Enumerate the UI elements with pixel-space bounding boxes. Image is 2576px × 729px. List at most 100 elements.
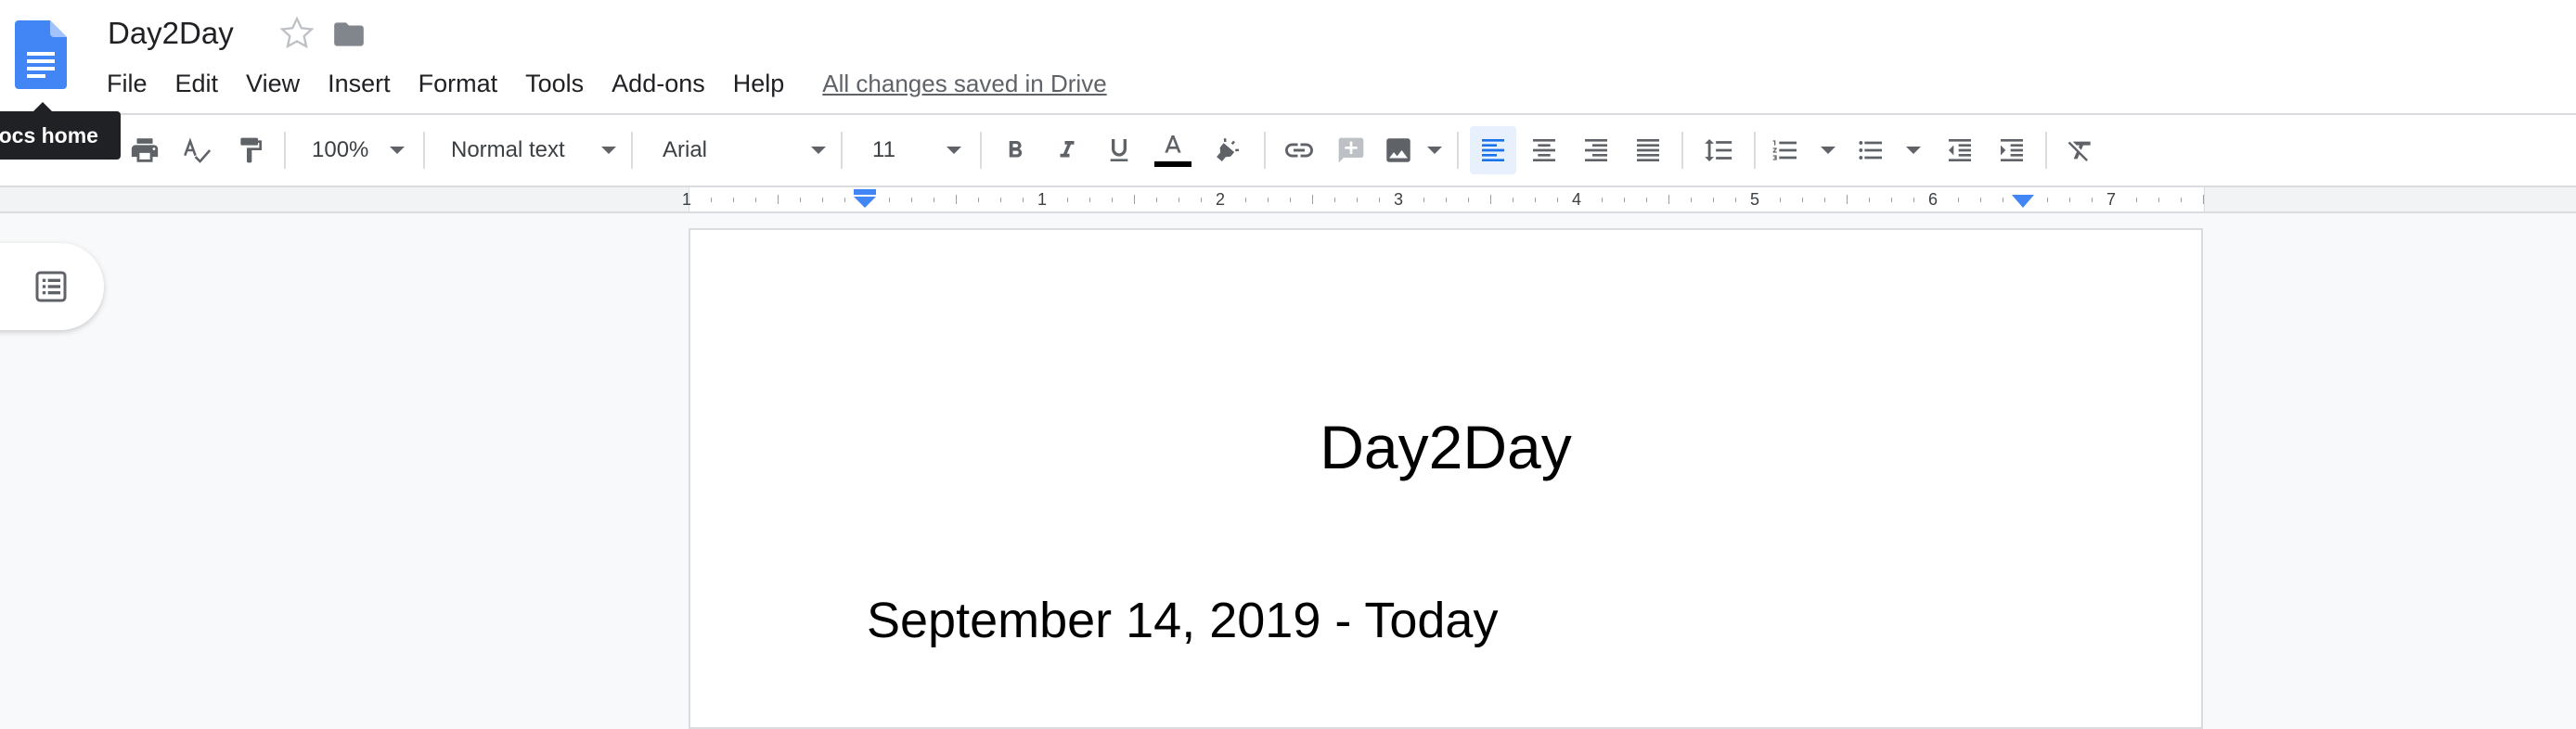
font-dropdown[interactable]: Arial: [644, 115, 830, 185]
menu-view[interactable]: View: [232, 63, 314, 104]
insert-image-button[interactable]: [1383, 115, 1442, 185]
decrease-indent-button[interactable]: [1941, 115, 1978, 185]
align-left-button[interactable]: [1470, 126, 1516, 174]
bulleted-list-button[interactable]: [1856, 115, 1921, 185]
chevron-down-icon: [601, 147, 616, 154]
bold-button[interactable]: [997, 115, 1034, 185]
ruler-tick: [1735, 197, 1736, 202]
menu-add-ons[interactable]: Add-ons: [598, 63, 719, 104]
docs-logo-icon[interactable]: [15, 20, 67, 89]
numbered-list-button[interactable]: [1771, 115, 1835, 185]
clear-formatting-button[interactable]: [2062, 115, 2099, 185]
ruler-tick: [1000, 197, 1001, 202]
align-center-button[interactable]: [1526, 115, 1563, 185]
align-justify-button[interactable]: [1629, 115, 1667, 185]
ruler-tick: [1357, 197, 1358, 202]
save-status-link[interactable]: All changes saved in Drive: [822, 63, 1106, 104]
add-comment-button[interactable]: [1333, 115, 1370, 185]
ruler-tick: [822, 197, 823, 202]
star-icon[interactable]: [278, 15, 316, 52]
document-title[interactable]: Day2Day: [108, 11, 234, 56]
chevron-down-icon: [1906, 147, 1921, 154]
ruler-tick: [2047, 197, 2048, 202]
ruler-tick: [2136, 197, 2137, 202]
text-color-button[interactable]: [1153, 115, 1193, 185]
align-right-button[interactable]: [1578, 115, 1615, 185]
clear-formatting-icon: [2067, 141, 2091, 161]
ruler-tick: [755, 197, 756, 202]
bulleted-list-icon: [1859, 141, 1882, 160]
ruler-label: 6: [1927, 190, 1938, 209]
ruler-tick: [1112, 197, 1113, 202]
underline-icon: [1110, 139, 1128, 161]
italic-button[interactable]: [1049, 115, 1086, 185]
ruler-tick: [1446, 197, 1447, 202]
separator: [841, 132, 843, 169]
ruler-tick: [1156, 197, 1157, 202]
spellcheck-button[interactable]: [178, 115, 215, 185]
ruler-tick: [956, 195, 957, 204]
ruler-tick: [1490, 195, 1491, 204]
ruler-tick: [978, 197, 979, 202]
chevron-down-icon: [1427, 147, 1442, 154]
insert-link-button[interactable]: [1279, 115, 1320, 185]
ruler-tick: [1201, 197, 1202, 202]
chevron-down-icon: [811, 147, 826, 154]
separator: [980, 132, 982, 169]
document-outline-button[interactable]: [0, 243, 104, 330]
underline-button[interactable]: [1101, 115, 1138, 185]
paragraph-style-dropdown[interactable]: Normal text: [436, 115, 622, 185]
ruler-tick: [889, 197, 890, 202]
separator: [2045, 132, 2047, 169]
ruler-tick: [1089, 197, 1090, 202]
menu-help[interactable]: Help: [719, 63, 799, 104]
paragraph-style-value: Normal text: [451, 137, 565, 162]
font-size-dropdown[interactable]: 11: [854, 115, 965, 185]
font-size-value: 11: [872, 137, 895, 162]
title-bar: Day2Day File Edit View Insert Format Too…: [0, 0, 2576, 115]
menu-tools[interactable]: Tools: [511, 63, 598, 104]
highlight-color-button[interactable]: [1208, 115, 1245, 185]
ruler-label: 2: [1215, 190, 1226, 209]
ruler-tick: [1245, 197, 1246, 202]
document-date-line[interactable]: September 14, 2019 - Today: [867, 592, 1498, 649]
increase-indent-button[interactable]: [1993, 115, 2030, 185]
zoom-dropdown[interactable]: 100%: [299, 115, 419, 185]
print-button[interactable]: [126, 115, 163, 185]
menu-file[interactable]: File: [93, 63, 161, 104]
menu-insert[interactable]: Insert: [314, 63, 405, 104]
line-spacing-button[interactable]: [1700, 115, 1737, 185]
folder-icon[interactable]: [330, 17, 367, 52]
ruler-tick: [1535, 197, 1536, 202]
ruler-tick: [1602, 197, 1603, 202]
right-indent-marker-icon[interactable]: [2012, 195, 2034, 210]
italic-icon: [1060, 141, 1075, 158]
menu-edit[interactable]: Edit: [161, 63, 233, 104]
ruler-tick: [1713, 197, 1714, 202]
ruler-tick: [1379, 197, 1380, 202]
separator: [631, 132, 633, 169]
menu-format[interactable]: Format: [405, 63, 512, 104]
ruler-tick: [1958, 197, 1959, 202]
ruler-tick: [733, 197, 734, 202]
align-left-icon: [1482, 139, 1504, 161]
horizontal-ruler[interactable]: 1 1 2 3 4 5 6 7: [0, 187, 2576, 213]
ruler-tick: [1134, 195, 1135, 204]
decrease-indent-icon: [1949, 139, 1971, 161]
paint-format-button[interactable]: [232, 115, 269, 185]
line-spacing-icon: [1705, 138, 1732, 162]
ruler-tick: [2203, 195, 2204, 204]
document-heading[interactable]: Day2Day: [690, 412, 2201, 482]
increase-indent-icon: [2001, 139, 2023, 161]
ruler-tick: [1780, 197, 1781, 202]
ruler-label: 5: [1749, 190, 1760, 209]
ruler-tick: [1802, 197, 1803, 202]
ruler-tick: [2181, 197, 2182, 202]
separator: [1754, 132, 1756, 169]
document-outline-icon: [35, 271, 67, 302]
document-page[interactable]: Day2Day September 14, 2019 - Today: [689, 228, 2203, 729]
zoom-value: 100%: [312, 137, 369, 162]
ruler-tick: [1468, 197, 1469, 202]
left-indent-marker-icon[interactable]: [852, 189, 878, 210]
toolbar: 100% Normal text Arial 11: [0, 115, 2576, 187]
